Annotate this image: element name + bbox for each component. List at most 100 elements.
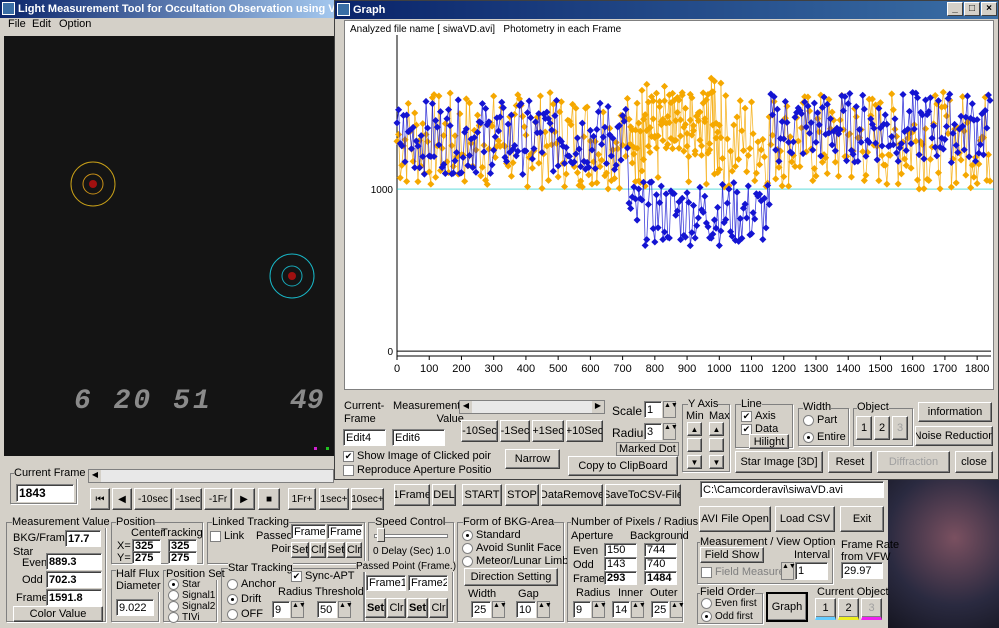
data-point[interactable] (474, 111, 482, 119)
posset-tivi-radio[interactable]: TIVi (168, 612, 200, 623)
link-checkbox[interactable]: Link (210, 530, 244, 542)
data-point[interactable] (968, 100, 976, 108)
file-path-field[interactable]: C:\Camcorderavi\siwaVD.avi (700, 481, 884, 498)
data-point[interactable] (573, 169, 582, 177)
bkg-width-spinner[interactable]: ▲▼ (492, 601, 507, 618)
data-point[interactable] (677, 132, 685, 140)
data-point[interactable] (490, 92, 498, 100)
speed-slider[interactable] (374, 534, 448, 538)
action-button-1[interactable]: DEL (432, 484, 456, 506)
close-icon[interactable]: × (981, 2, 997, 16)
posset-star-radio[interactable]: Star (168, 579, 200, 590)
data-point[interactable] (544, 176, 553, 184)
data-point[interactable] (942, 122, 951, 130)
posset-signal1-radio[interactable]: Signal1 (168, 590, 215, 601)
data-point[interactable] (717, 134, 725, 142)
data-point[interactable] (810, 99, 818, 107)
linked-set1-button[interactable]: Set (291, 542, 309, 558)
bkg-gap-field[interactable]: 10 (516, 601, 536, 618)
data-point[interactable] (691, 234, 699, 242)
data-point[interactable] (706, 140, 714, 148)
odd-first-radio[interactable]: Odd first (701, 611, 753, 622)
data-point[interactable] (633, 99, 641, 107)
transport-button-8[interactable]: 1sec+ (319, 488, 349, 510)
data-point[interactable] (622, 152, 630, 160)
data-point[interactable] (759, 235, 767, 243)
data-point[interactable] (920, 185, 928, 193)
data-point[interactable] (772, 175, 780, 183)
data-point[interactable] (694, 214, 702, 222)
data-point[interactable] (715, 241, 723, 250)
data-point[interactable] (741, 104, 749, 112)
current-frame-value[interactable]: 1843 (16, 484, 74, 502)
data-point[interactable] (860, 177, 868, 185)
main-frame-scrollbar[interactable]: ◀ (88, 469, 334, 483)
ymin-up-icon[interactable]: ▲ (687, 422, 702, 436)
data-point[interactable] (656, 103, 664, 111)
current-object-2-button[interactable]: 2 (838, 598, 859, 620)
plus-10sec-button[interactable]: +10Sec (566, 420, 603, 442)
data-point[interactable] (939, 88, 947, 96)
data-point[interactable] (414, 178, 422, 186)
pix-outer-field[interactable]: 25 (651, 601, 669, 618)
data-point[interactable] (785, 182, 793, 190)
data-point[interactable] (657, 182, 665, 190)
st-threshold-spinner[interactable]: ▲▼ (338, 601, 353, 618)
bkg-width-field[interactable]: 25 (471, 601, 491, 618)
data-point[interactable] (760, 153, 768, 161)
data-point[interactable] (652, 144, 660, 152)
data-point[interactable] (722, 92, 730, 100)
passed-clr2-button[interactable]: Clr (429, 598, 448, 618)
data-point[interactable] (926, 155, 934, 163)
current-frame-field[interactable]: Edit4 (343, 429, 386, 446)
data-point[interactable] (646, 148, 654, 156)
direction-setting-button[interactable]: Direction Setting (464, 568, 558, 586)
data-point[interactable] (899, 91, 907, 99)
bkg-meteor-radio[interactable]: Meteor/Lunar Limb (462, 555, 568, 567)
data-point[interactable] (947, 183, 955, 191)
transport-button-4[interactable]: -1Fr (204, 488, 232, 510)
ymax-mid-icon[interactable] (709, 438, 724, 452)
data-point[interactable] (593, 125, 601, 133)
transport-button-3[interactable]: -1sec (174, 488, 202, 510)
data-point[interactable] (596, 99, 604, 107)
entire-radio[interactable]: Entire (803, 431, 846, 443)
passed-set1-button[interactable]: Set (365, 598, 386, 618)
data-point[interactable] (733, 188, 741, 196)
transport-button-7[interactable]: 1Fr+ (288, 488, 316, 510)
pix-outer-spinner[interactable]: ▲▼ (670, 601, 685, 618)
linked-frame1[interactable]: Frame1 (291, 524, 326, 539)
current-object-3-button[interactable]: 3 (861, 598, 882, 620)
data-point[interactable] (627, 204, 635, 212)
data-point[interactable] (847, 173, 855, 181)
data-point[interactable] (649, 115, 657, 123)
sync-apt-checkbox[interactable]: ✔ Sync-APT (291, 570, 355, 582)
menu-option[interactable]: Option (59, 18, 91, 30)
data-point[interactable] (659, 136, 667, 145)
data-point[interactable] (396, 174, 404, 182)
data-point[interactable] (549, 167, 557, 175)
scroll-left-icon[interactable]: ◀ (460, 401, 472, 413)
data-point[interactable] (696, 183, 704, 191)
data-point[interactable] (449, 162, 457, 170)
data-point[interactable] (888, 90, 896, 98)
action-button-2[interactable]: START (462, 484, 502, 506)
data-point[interactable] (686, 242, 694, 250)
data-point[interactable] (685, 178, 693, 186)
data-point[interactable] (427, 180, 435, 188)
data-point[interactable] (683, 189, 691, 197)
anchor-radio[interactable]: Anchor (227, 578, 276, 590)
st-threshold-field[interactable]: 50 (317, 601, 337, 618)
pix-radius-spinner[interactable]: ▲▼ (592, 601, 607, 618)
data-point[interactable] (446, 89, 454, 97)
data-point[interactable] (743, 168, 751, 176)
data-point[interactable] (751, 177, 759, 185)
action-button-4[interactable]: DataRemove (541, 484, 603, 506)
information-button[interactable]: information (918, 402, 992, 422)
action-button-0[interactable]: 1Frame (394, 484, 430, 506)
action-button-3[interactable]: STOP (505, 484, 539, 506)
center-y[interactable]: 275 (132, 551, 161, 564)
st-radius-field[interactable]: 9 (272, 601, 290, 618)
data-point[interactable] (594, 108, 602, 116)
passed-set2-button[interactable]: Set (407, 598, 428, 618)
